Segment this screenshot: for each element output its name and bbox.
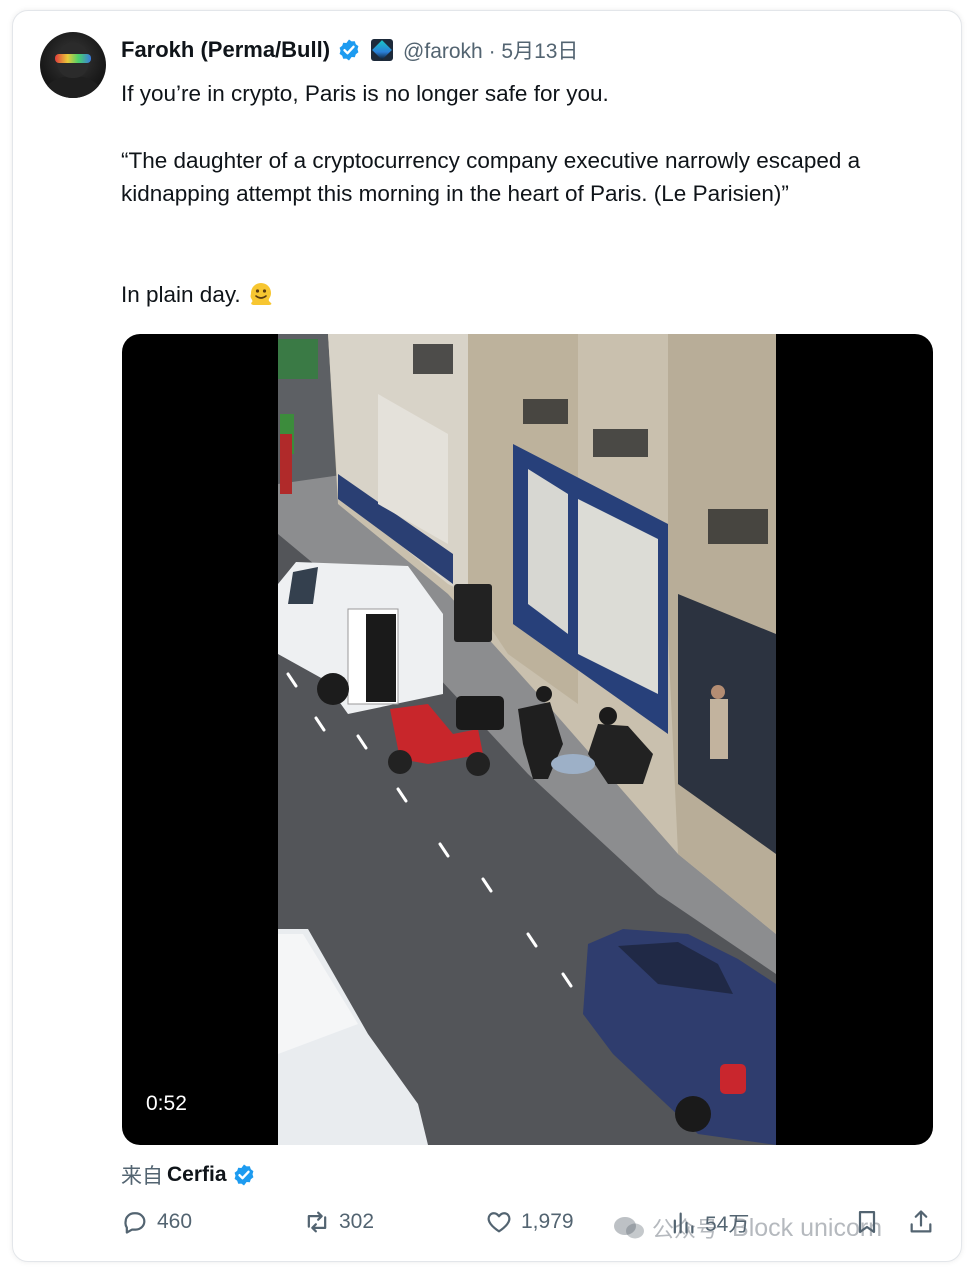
source-verified-badge-icon [234,1164,253,1186]
street-scene-image [278,334,776,1145]
author-name[interactable]: Farokh (Perma/Bull) [121,37,330,63]
video-player[interactable]: 0:52 [122,334,933,1145]
heart-icon [487,1212,511,1233]
verified-badge-icon [339,39,359,61]
avatar-body [46,76,100,98]
source-account[interactable]: Cerfia [167,1163,227,1187]
affiliate-badge-icon [371,39,394,61]
repost-icon [307,1211,327,1233]
plain-day-text: In plain day. [121,282,241,307]
reply-icon [124,1212,146,1234]
wechat-icon [614,1217,644,1239]
watermark-platform: 公众号 [652,1217,719,1242]
video-source: 来自 Cerfia [121,1160,256,1190]
video-frame [278,334,776,1145]
reply-count: 460 [157,1210,193,1233]
like-count: 1,979 [521,1210,574,1233]
tweet-header: Farokh (Perma/Bull) @farokh · 5月13日 [121,36,578,64]
share-button[interactable] [907,1208,943,1236]
watermark: 公众号 Block unicorn [612,1212,882,1244]
avatar[interactable] [40,32,106,98]
handle-and-date[interactable]: @farokh · 5月13日 [403,35,578,65]
avatar-glasses [55,54,91,63]
tweet-quote-text: “The daughter of a cryptocurrency compan… [121,148,861,206]
tweet-text-line3: In plain day. [121,278,921,311]
source-prefix: 来自 [121,1165,163,1188]
repost-button[interactable]: 302 [303,1208,374,1236]
repost-count: 302 [339,1210,375,1233]
tweet-text-line1: If you’re in crypto, Paris is no longer … [121,81,609,106]
melting-face-emoji-icon [250,283,272,305]
share-icon [910,1210,932,1233]
like-button[interactable]: 1,979 [485,1208,574,1236]
watermark-account: Block unicorn [732,1213,883,1242]
video-duration: 0:52 [146,1092,187,1115]
reply-button[interactable]: 460 [121,1208,192,1236]
